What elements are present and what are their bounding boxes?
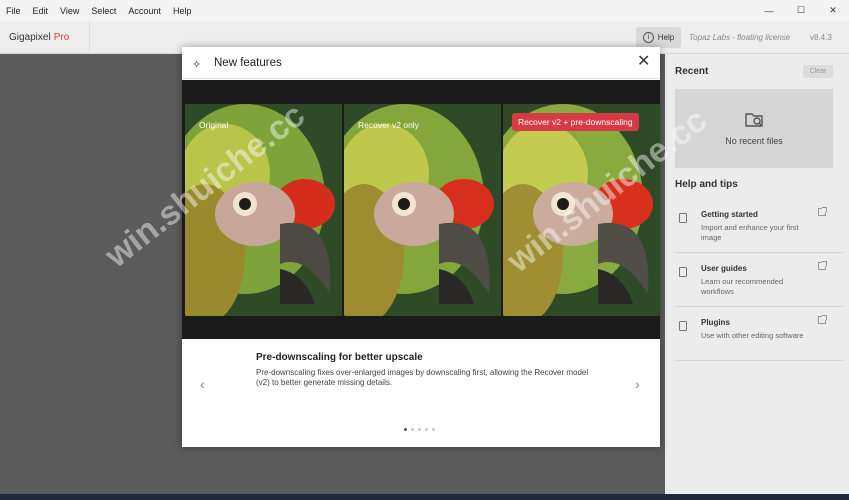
document-icon [679, 267, 687, 277]
menu-select[interactable]: Select [85, 6, 122, 16]
tip-desc: Use with other editing software [701, 331, 804, 340]
window-controls: — ☐ ✕ [753, 0, 849, 21]
panel-label-recover-downscaling: Recover v2 + pre-downscaling [512, 113, 639, 131]
new-features-dialog: ✧ New features ✕ Original Recover v2 onl… [182, 47, 660, 447]
tip-title: Plugins [701, 318, 730, 327]
clear-button[interactable]: Clear [803, 65, 833, 78]
menu-bar: File Edit View Select Account Help — ☐ ✕ [0, 0, 849, 21]
sparkle-icon: ✧ [192, 59, 202, 71]
app-name: Gigapixel [9, 32, 51, 43]
dialog-title: New features [214, 57, 282, 69]
divider [89, 21, 90, 54]
menu-view[interactable]: View [54, 6, 85, 16]
external-link-icon [818, 261, 827, 270]
tip-desc: Import and enhance your first image [701, 223, 799, 242]
external-link-icon [818, 207, 827, 216]
menu-file[interactable]: File [0, 6, 27, 16]
version-label: v8.4.3 [810, 33, 832, 42]
taskbar-strip [0, 494, 849, 500]
previous-arrow-icon[interactable]: ‹ [200, 376, 205, 392]
slide-dot[interactable] [411, 428, 414, 431]
feature-description: Pre-downscaling fixes over-enlarged imag… [256, 368, 589, 387]
tip-plugins[interactable]: Plugins Use with other editing software [675, 307, 843, 361]
slide-dot[interactable] [418, 428, 421, 431]
feature-description-area: ‹ Pre-downscaling for better upscale Pre… [182, 339, 660, 447]
next-arrow-icon[interactable]: › [635, 376, 640, 392]
license-label: Topaz Labs - floating license [689, 33, 791, 42]
recent-title: Recent [675, 66, 709, 77]
help-button[interactable]: i Help [636, 27, 681, 48]
document-icon [679, 213, 687, 223]
dialog-header: ✧ New features ✕ [182, 47, 660, 79]
document-icon [679, 321, 687, 331]
minimize-button[interactable]: — [753, 0, 785, 21]
panel-label-recover: Recover v2 only [358, 120, 419, 130]
close-icon[interactable]: ✕ [637, 54, 650, 70]
tip-title: User guides [701, 264, 747, 273]
maximize-button[interactable]: ☐ [785, 0, 817, 21]
tip-user-guides[interactable]: User guides Learn our recommended workfl… [675, 253, 843, 307]
tip-getting-started[interactable]: Getting started Import and enhance your … [675, 199, 843, 253]
slide-indicator [404, 428, 435, 431]
info-icon: i [642, 32, 654, 43]
help-button-label: Help [657, 33, 675, 42]
slide-dot[interactable] [432, 428, 435, 431]
folder-search-icon [745, 113, 763, 127]
panel-label-original: Original [199, 120, 229, 130]
feature-title: Pre-downscaling for better upscale [256, 352, 423, 363]
slide-dot[interactable] [425, 428, 428, 431]
tip-title: Getting started [701, 210, 758, 219]
menu-edit[interactable]: Edit [27, 6, 55, 16]
help-tips-title: Help and tips [675, 179, 738, 190]
menu-account[interactable]: Account [122, 6, 167, 16]
app-edition: Pro [53, 32, 70, 43]
tip-desc: Learn our recommended workflows [701, 277, 784, 296]
slide-dot[interactable] [404, 428, 407, 431]
menu-help[interactable]: Help [167, 6, 198, 16]
external-link-icon [818, 315, 827, 324]
app-brand: Gigapixel Pro [9, 32, 69, 43]
comparison-panel-recover: Recover v2 only [344, 104, 501, 316]
close-window-button[interactable]: ✕ [817, 0, 849, 21]
parrot-image [344, 104, 501, 316]
